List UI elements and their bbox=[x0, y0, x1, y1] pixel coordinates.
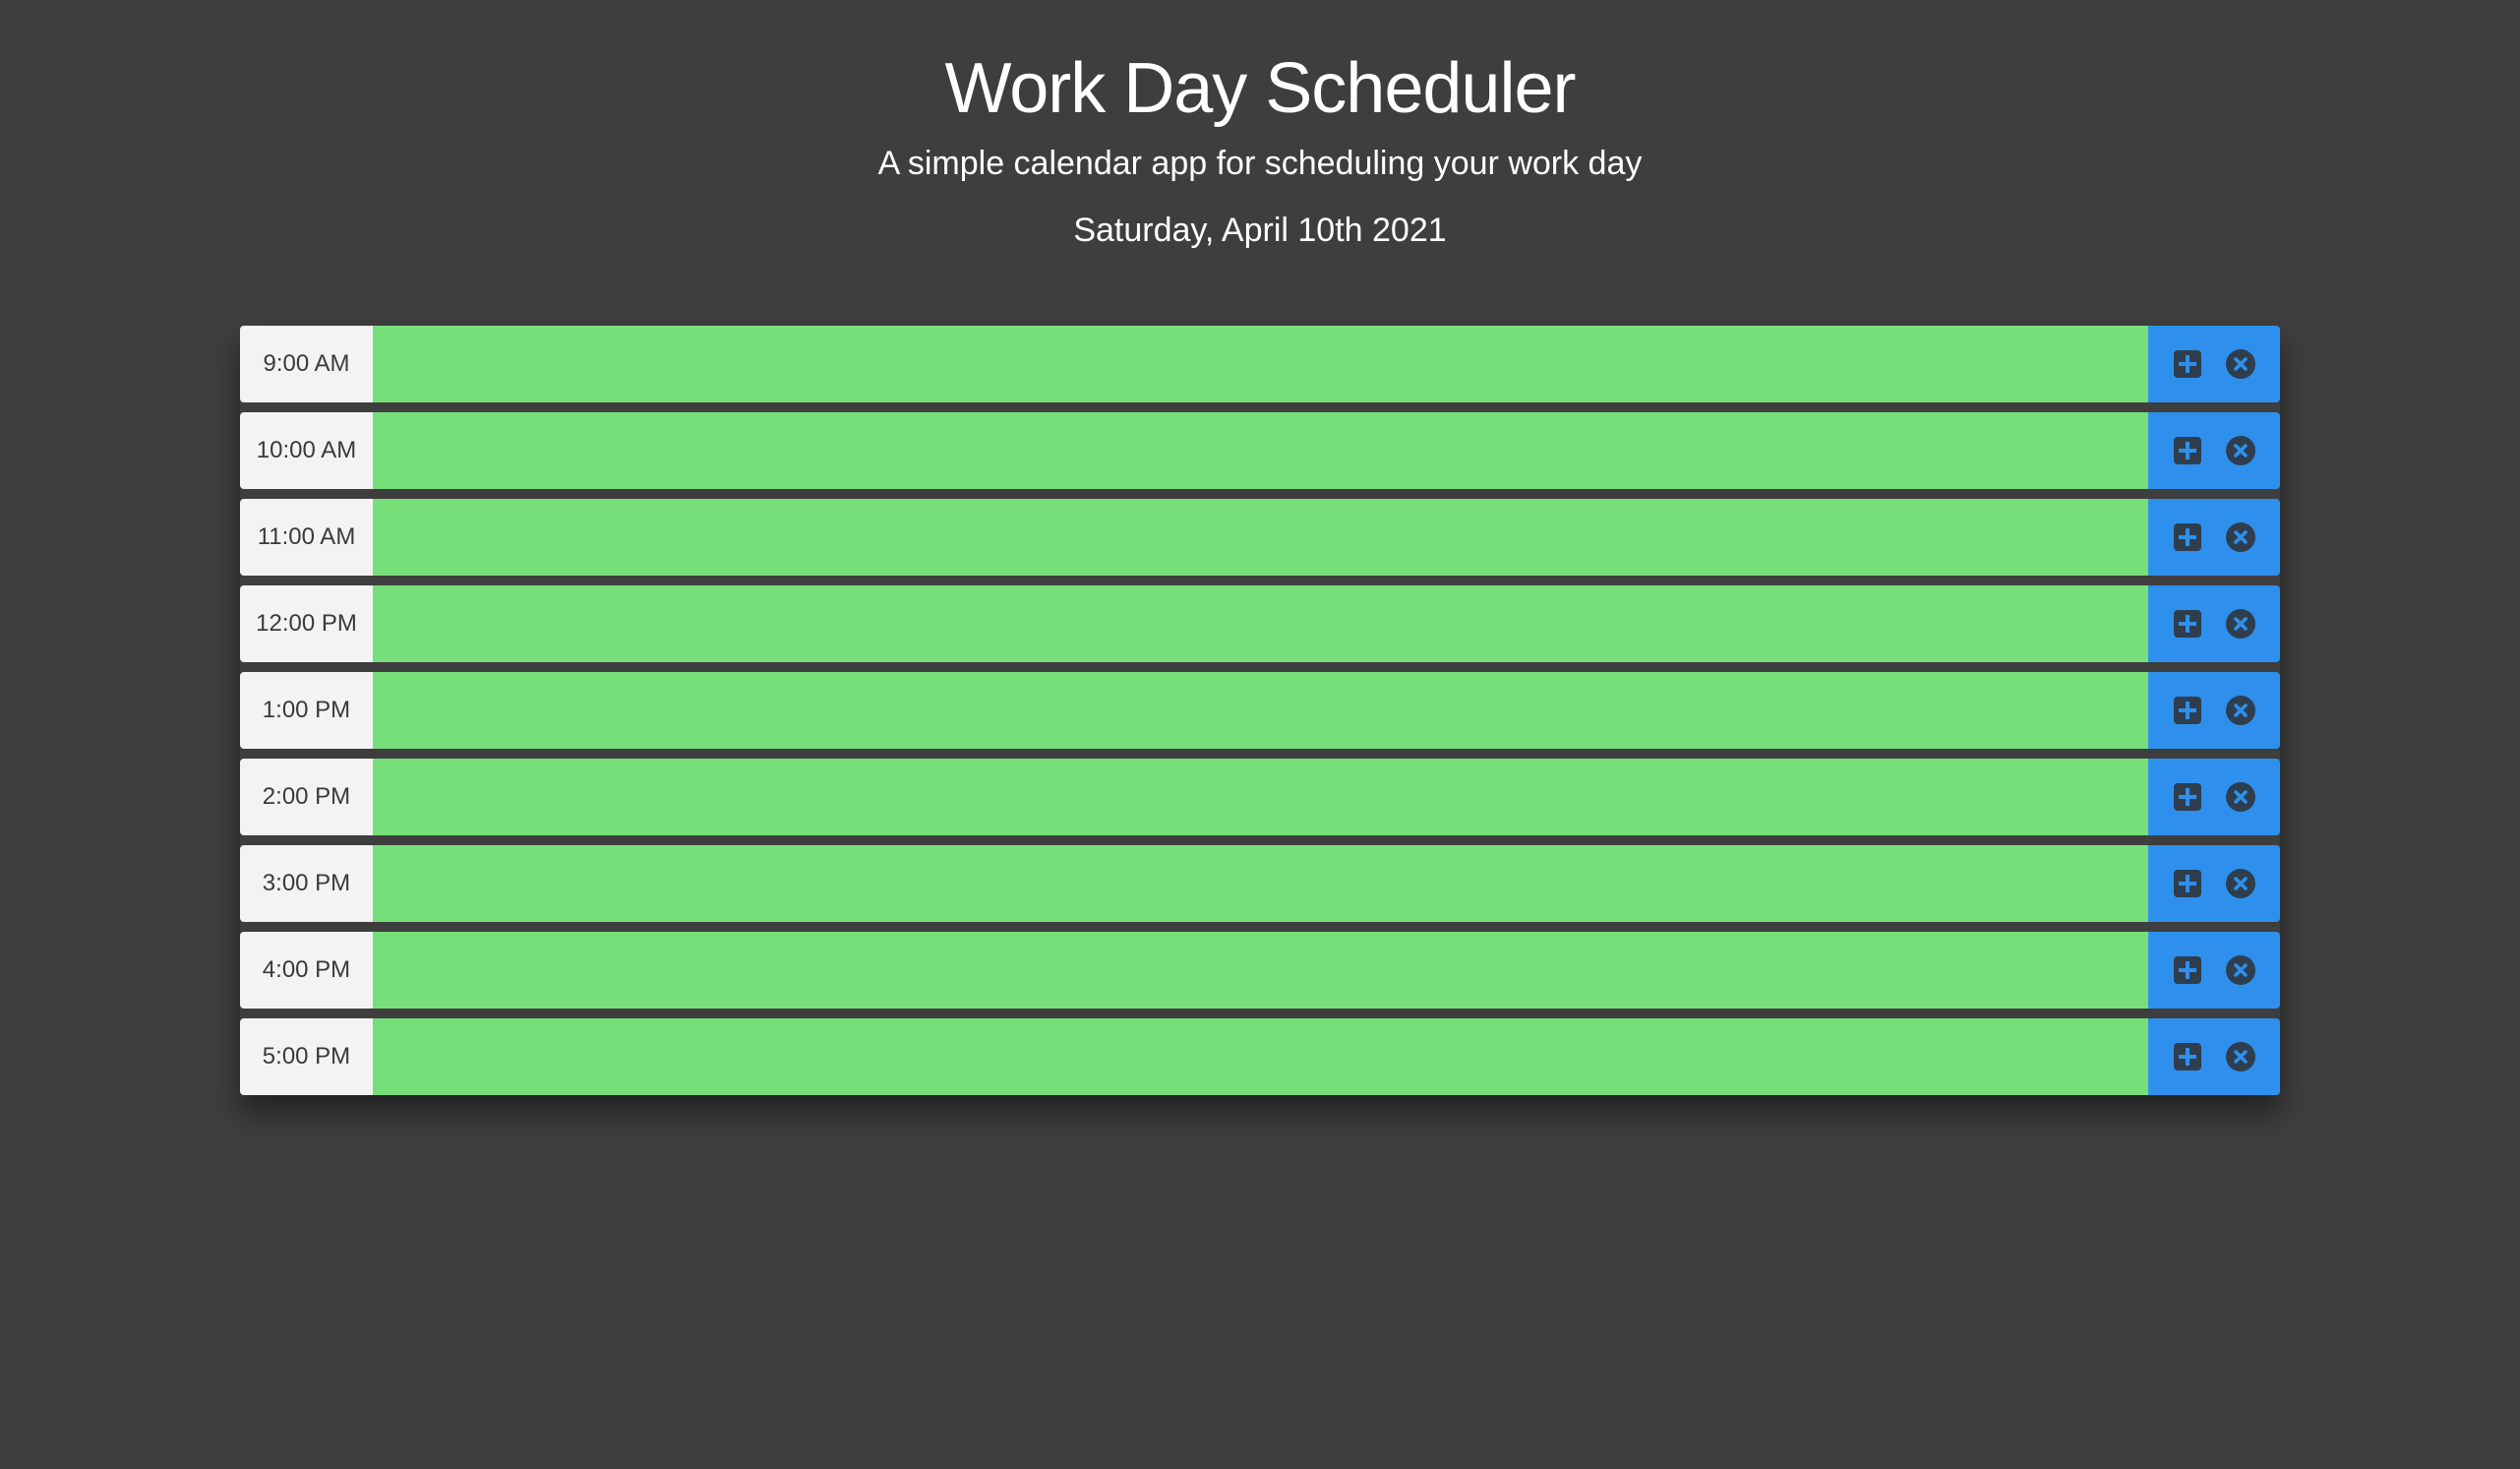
close-circle-icon bbox=[2226, 1042, 2255, 1071]
row-actions bbox=[2148, 845, 2280, 922]
close-circle-icon bbox=[2226, 955, 2255, 985]
time-block-container: 9:00 AM 10:00 AM 11:00 AM 12:00 PM 1:00 … bbox=[240, 326, 2280, 1095]
save-button[interactable] bbox=[2172, 695, 2203, 726]
plus-square-icon bbox=[2174, 350, 2201, 378]
time-block-row: 2:00 PM bbox=[240, 759, 2280, 835]
row-actions bbox=[2148, 499, 2280, 576]
hour-label: 2:00 PM bbox=[240, 759, 373, 835]
clear-button[interactable] bbox=[2225, 1041, 2256, 1072]
row-actions bbox=[2148, 759, 2280, 835]
task-input[interactable] bbox=[373, 499, 2148, 576]
close-circle-icon bbox=[2226, 522, 2255, 552]
time-block-row: 3:00 PM bbox=[240, 845, 2280, 922]
current-date: Saturday, April 10th 2021 bbox=[1073, 212, 1447, 249]
save-button[interactable] bbox=[2172, 954, 2203, 986]
clear-button[interactable] bbox=[2225, 781, 2256, 813]
row-actions bbox=[2148, 1018, 2280, 1095]
clear-button[interactable] bbox=[2225, 521, 2256, 553]
page-subtitle: A simple calendar app for scheduling you… bbox=[877, 145, 1643, 182]
row-actions bbox=[2148, 932, 2280, 1009]
save-button[interactable] bbox=[2172, 521, 2203, 553]
save-button[interactable] bbox=[2172, 608, 2203, 640]
task-input[interactable] bbox=[373, 326, 2148, 402]
close-circle-icon bbox=[2226, 349, 2255, 379]
task-input[interactable] bbox=[373, 1018, 2148, 1095]
row-actions bbox=[2148, 672, 2280, 749]
task-input[interactable] bbox=[373, 672, 2148, 749]
plus-square-icon bbox=[2174, 956, 2201, 984]
clear-button[interactable] bbox=[2225, 695, 2256, 726]
time-block-row: 1:00 PM bbox=[240, 672, 2280, 749]
time-block-row: 5:00 PM bbox=[240, 1018, 2280, 1095]
page-title: Work Day Scheduler bbox=[944, 49, 1577, 128]
hour-label: 1:00 PM bbox=[240, 672, 373, 749]
save-button[interactable] bbox=[2172, 1041, 2203, 1072]
row-actions bbox=[2148, 412, 2280, 489]
task-input[interactable] bbox=[373, 759, 2148, 835]
plus-square-icon bbox=[2174, 437, 2201, 464]
save-button[interactable] bbox=[2172, 435, 2203, 466]
close-circle-icon bbox=[2226, 696, 2255, 725]
hour-label: 3:00 PM bbox=[240, 845, 373, 922]
row-actions bbox=[2148, 326, 2280, 402]
time-block-row: 12:00 PM bbox=[240, 585, 2280, 662]
hour-label: 4:00 PM bbox=[240, 932, 373, 1009]
time-block-row: 10:00 AM bbox=[240, 412, 2280, 489]
plus-square-icon bbox=[2174, 697, 2201, 724]
page-header: Work Day Scheduler A simple calendar app… bbox=[0, 0, 2520, 256]
row-actions bbox=[2148, 585, 2280, 662]
plus-square-icon bbox=[2174, 610, 2201, 638]
plus-square-icon bbox=[2174, 783, 2201, 811]
time-block-row: 4:00 PM bbox=[240, 932, 2280, 1009]
plus-square-icon bbox=[2174, 1043, 2201, 1071]
hour-label: 10:00 AM bbox=[240, 412, 373, 489]
task-input[interactable] bbox=[373, 932, 2148, 1009]
task-input[interactable] bbox=[373, 412, 2148, 489]
time-block-row: 11:00 AM bbox=[240, 499, 2280, 576]
clear-button[interactable] bbox=[2225, 435, 2256, 466]
close-circle-icon bbox=[2226, 609, 2255, 639]
clear-button[interactable] bbox=[2225, 608, 2256, 640]
close-circle-icon bbox=[2226, 782, 2255, 812]
time-block-row: 9:00 AM bbox=[240, 326, 2280, 402]
hour-label: 9:00 AM bbox=[240, 326, 373, 402]
hour-label: 12:00 PM bbox=[240, 585, 373, 662]
close-circle-icon bbox=[2226, 869, 2255, 898]
clear-button[interactable] bbox=[2225, 348, 2256, 380]
hour-label: 11:00 AM bbox=[240, 499, 373, 576]
task-input[interactable] bbox=[373, 845, 2148, 922]
save-button[interactable] bbox=[2172, 348, 2203, 380]
save-button[interactable] bbox=[2172, 781, 2203, 813]
hour-label: 5:00 PM bbox=[240, 1018, 373, 1095]
plus-square-icon bbox=[2174, 523, 2201, 551]
save-button[interactable] bbox=[2172, 868, 2203, 899]
task-input[interactable] bbox=[373, 585, 2148, 662]
clear-button[interactable] bbox=[2225, 868, 2256, 899]
clear-button[interactable] bbox=[2225, 954, 2256, 986]
close-circle-icon bbox=[2226, 436, 2255, 465]
plus-square-icon bbox=[2174, 870, 2201, 897]
